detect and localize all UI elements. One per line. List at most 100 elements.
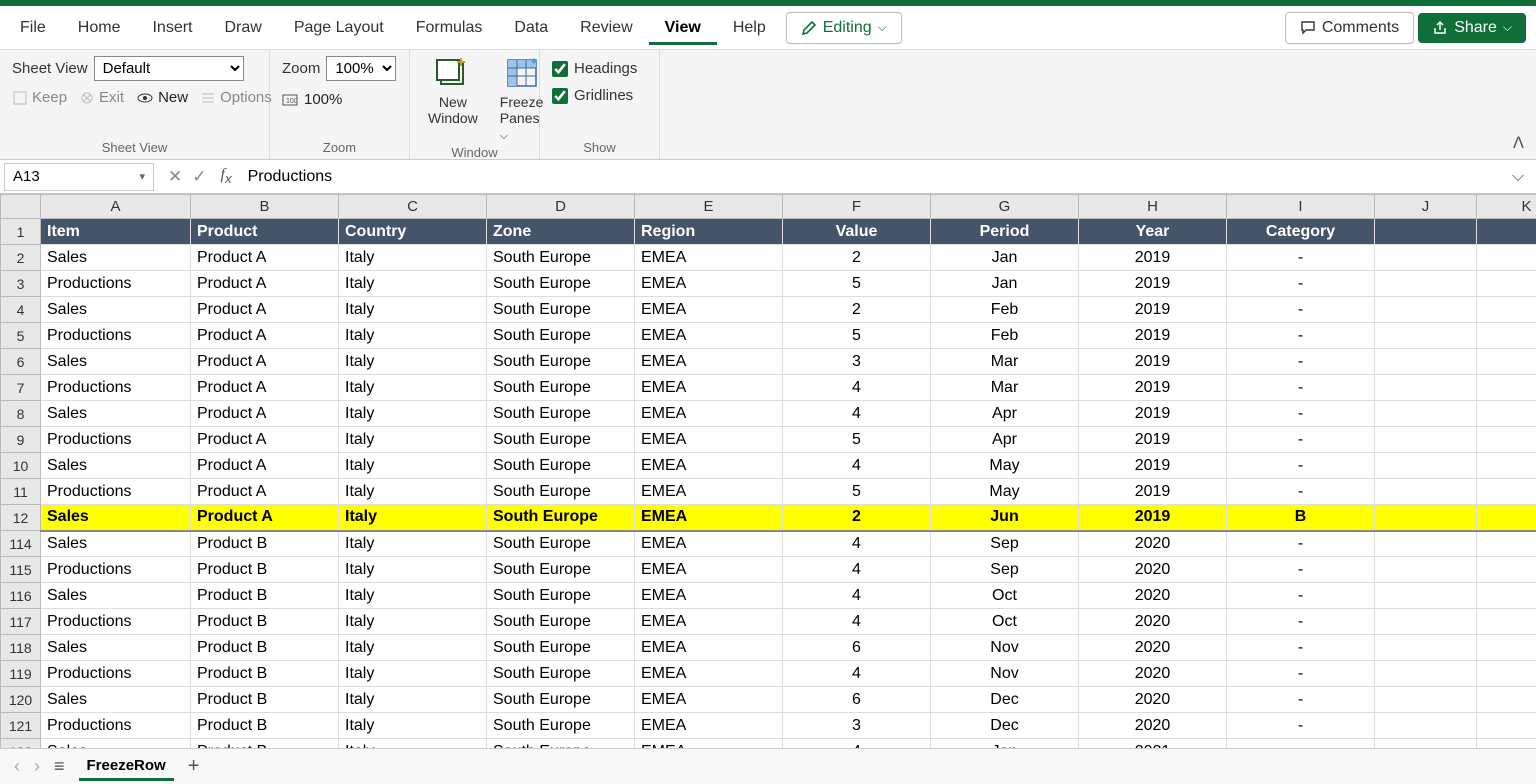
- cell[interactable]: Italy: [339, 713, 487, 739]
- cell[interactable]: -: [1227, 713, 1375, 739]
- cell[interactable]: 2020: [1079, 687, 1227, 713]
- cell[interactable]: Product B: [191, 687, 339, 713]
- menu-tab-page-layout[interactable]: Page Layout: [278, 11, 400, 45]
- cell[interactable]: -: [1227, 375, 1375, 401]
- cell[interactable]: South Europe: [487, 635, 635, 661]
- cell[interactable]: Product B: [191, 583, 339, 609]
- sheet-view-select[interactable]: Default: [94, 56, 244, 81]
- column-header[interactable]: I: [1227, 195, 1375, 219]
- cell[interactable]: Sales: [41, 635, 191, 661]
- cell[interactable]: Sales: [41, 349, 191, 375]
- cell[interactable]: Product B: [191, 739, 339, 749]
- cell[interactable]: -: [1227, 531, 1375, 557]
- cell[interactable]: 4: [783, 375, 931, 401]
- cell[interactable]: -: [1227, 609, 1375, 635]
- row-header[interactable]: 10: [1, 453, 41, 479]
- gridlines-checkbox[interactable]: Gridlines: [552, 87, 633, 104]
- cell[interactable]: EMEA: [635, 271, 783, 297]
- cell[interactable]: EMEA: [635, 557, 783, 583]
- cell[interactable]: -: [1227, 323, 1375, 349]
- column-header[interactable]: G: [931, 195, 1079, 219]
- cell[interactable]: South Europe: [487, 245, 635, 271]
- cell[interactable]: -: [1227, 661, 1375, 687]
- cell[interactable]: South Europe: [487, 323, 635, 349]
- cell[interactable]: Jan: [931, 739, 1079, 749]
- share-button[interactable]: Share ⌵: [1418, 13, 1526, 43]
- cell[interactable]: Product A: [191, 479, 339, 505]
- fx-icon[interactable]: fx: [217, 166, 240, 186]
- menu-tab-draw[interactable]: Draw: [208, 11, 277, 45]
- cell[interactable]: [1477, 453, 1536, 479]
- cell[interactable]: -: [1227, 297, 1375, 323]
- cell[interactable]: [1375, 505, 1477, 531]
- cell[interactable]: [1375, 297, 1477, 323]
- cell[interactable]: EMEA: [635, 479, 783, 505]
- cell[interactable]: EMEA: [635, 349, 783, 375]
- cell[interactable]: 5: [783, 479, 931, 505]
- collapse-ribbon-button[interactable]: ᐱ: [1513, 133, 1524, 153]
- cell[interactable]: [1477, 349, 1536, 375]
- comments-button[interactable]: Comments: [1285, 12, 1414, 44]
- cell[interactable]: [1375, 375, 1477, 401]
- cell[interactable]: 4: [783, 557, 931, 583]
- cell[interactable]: [1477, 531, 1536, 557]
- cell[interactable]: -: [1227, 401, 1375, 427]
- cell[interactable]: Italy: [339, 583, 487, 609]
- cell[interactable]: Italy: [339, 245, 487, 271]
- row-header[interactable]: 5: [1, 323, 41, 349]
- cell[interactable]: Mar: [931, 375, 1079, 401]
- exit-button[interactable]: Exit: [79, 89, 124, 106]
- cell[interactable]: -: [1227, 271, 1375, 297]
- cell[interactable]: EMEA: [635, 297, 783, 323]
- cell[interactable]: -: [1227, 583, 1375, 609]
- cell[interactable]: [1477, 557, 1536, 583]
- cell[interactable]: [1477, 245, 1536, 271]
- cell[interactable]: EMEA: [635, 375, 783, 401]
- cell[interactable]: 2019: [1079, 453, 1227, 479]
- cell[interactable]: South Europe: [487, 505, 635, 531]
- cell[interactable]: South Europe: [487, 349, 635, 375]
- cell[interactable]: EMEA: [635, 245, 783, 271]
- cell[interactable]: Italy: [339, 401, 487, 427]
- cell[interactable]: 2019: [1079, 349, 1227, 375]
- cell[interactable]: [1375, 557, 1477, 583]
- headings-checkbox[interactable]: Headings: [552, 60, 637, 77]
- column-header[interactable]: C: [339, 195, 487, 219]
- cell[interactable]: 2020: [1079, 583, 1227, 609]
- cell[interactable]: Product A: [191, 375, 339, 401]
- sheet-tab[interactable]: FreezeRow: [79, 753, 174, 781]
- cell[interactable]: Italy: [339, 453, 487, 479]
- cell[interactable]: [1477, 479, 1536, 505]
- cell[interactable]: EMEA: [635, 531, 783, 557]
- cell[interactable]: Productions: [41, 375, 191, 401]
- cell[interactable]: 2020: [1079, 635, 1227, 661]
- cell[interactable]: 2020: [1079, 713, 1227, 739]
- cell[interactable]: Italy: [339, 479, 487, 505]
- cell[interactable]: Productions: [41, 557, 191, 583]
- cell[interactable]: EMEA: [635, 635, 783, 661]
- column-header[interactable]: F: [783, 195, 931, 219]
- cell[interactable]: South Europe: [487, 739, 635, 749]
- cell[interactable]: Nov: [931, 661, 1079, 687]
- menu-tab-formulas[interactable]: Formulas: [400, 11, 499, 45]
- cell[interactable]: 2019: [1079, 479, 1227, 505]
- cell[interactable]: Productions: [41, 609, 191, 635]
- column-header[interactable]: K: [1477, 195, 1536, 219]
- cell[interactable]: Feb: [931, 297, 1079, 323]
- cell[interactable]: South Europe: [487, 453, 635, 479]
- cell[interactable]: 2: [783, 297, 931, 323]
- cell[interactable]: 2020: [1079, 557, 1227, 583]
- cell[interactable]: [1375, 661, 1477, 687]
- cell[interactable]: [1477, 505, 1536, 531]
- cell[interactable]: Italy: [339, 323, 487, 349]
- cell[interactable]: Sales: [41, 531, 191, 557]
- cell[interactable]: 2019: [1079, 427, 1227, 453]
- cell[interactable]: Apr: [931, 427, 1079, 453]
- cell[interactable]: Region: [635, 219, 783, 245]
- cell[interactable]: Sales: [41, 297, 191, 323]
- cell[interactable]: 2: [783, 245, 931, 271]
- cell[interactable]: Jan: [931, 245, 1079, 271]
- cell[interactable]: Sales: [41, 401, 191, 427]
- cell[interactable]: South Europe: [487, 661, 635, 687]
- zoom-select[interactable]: 100%: [326, 56, 396, 81]
